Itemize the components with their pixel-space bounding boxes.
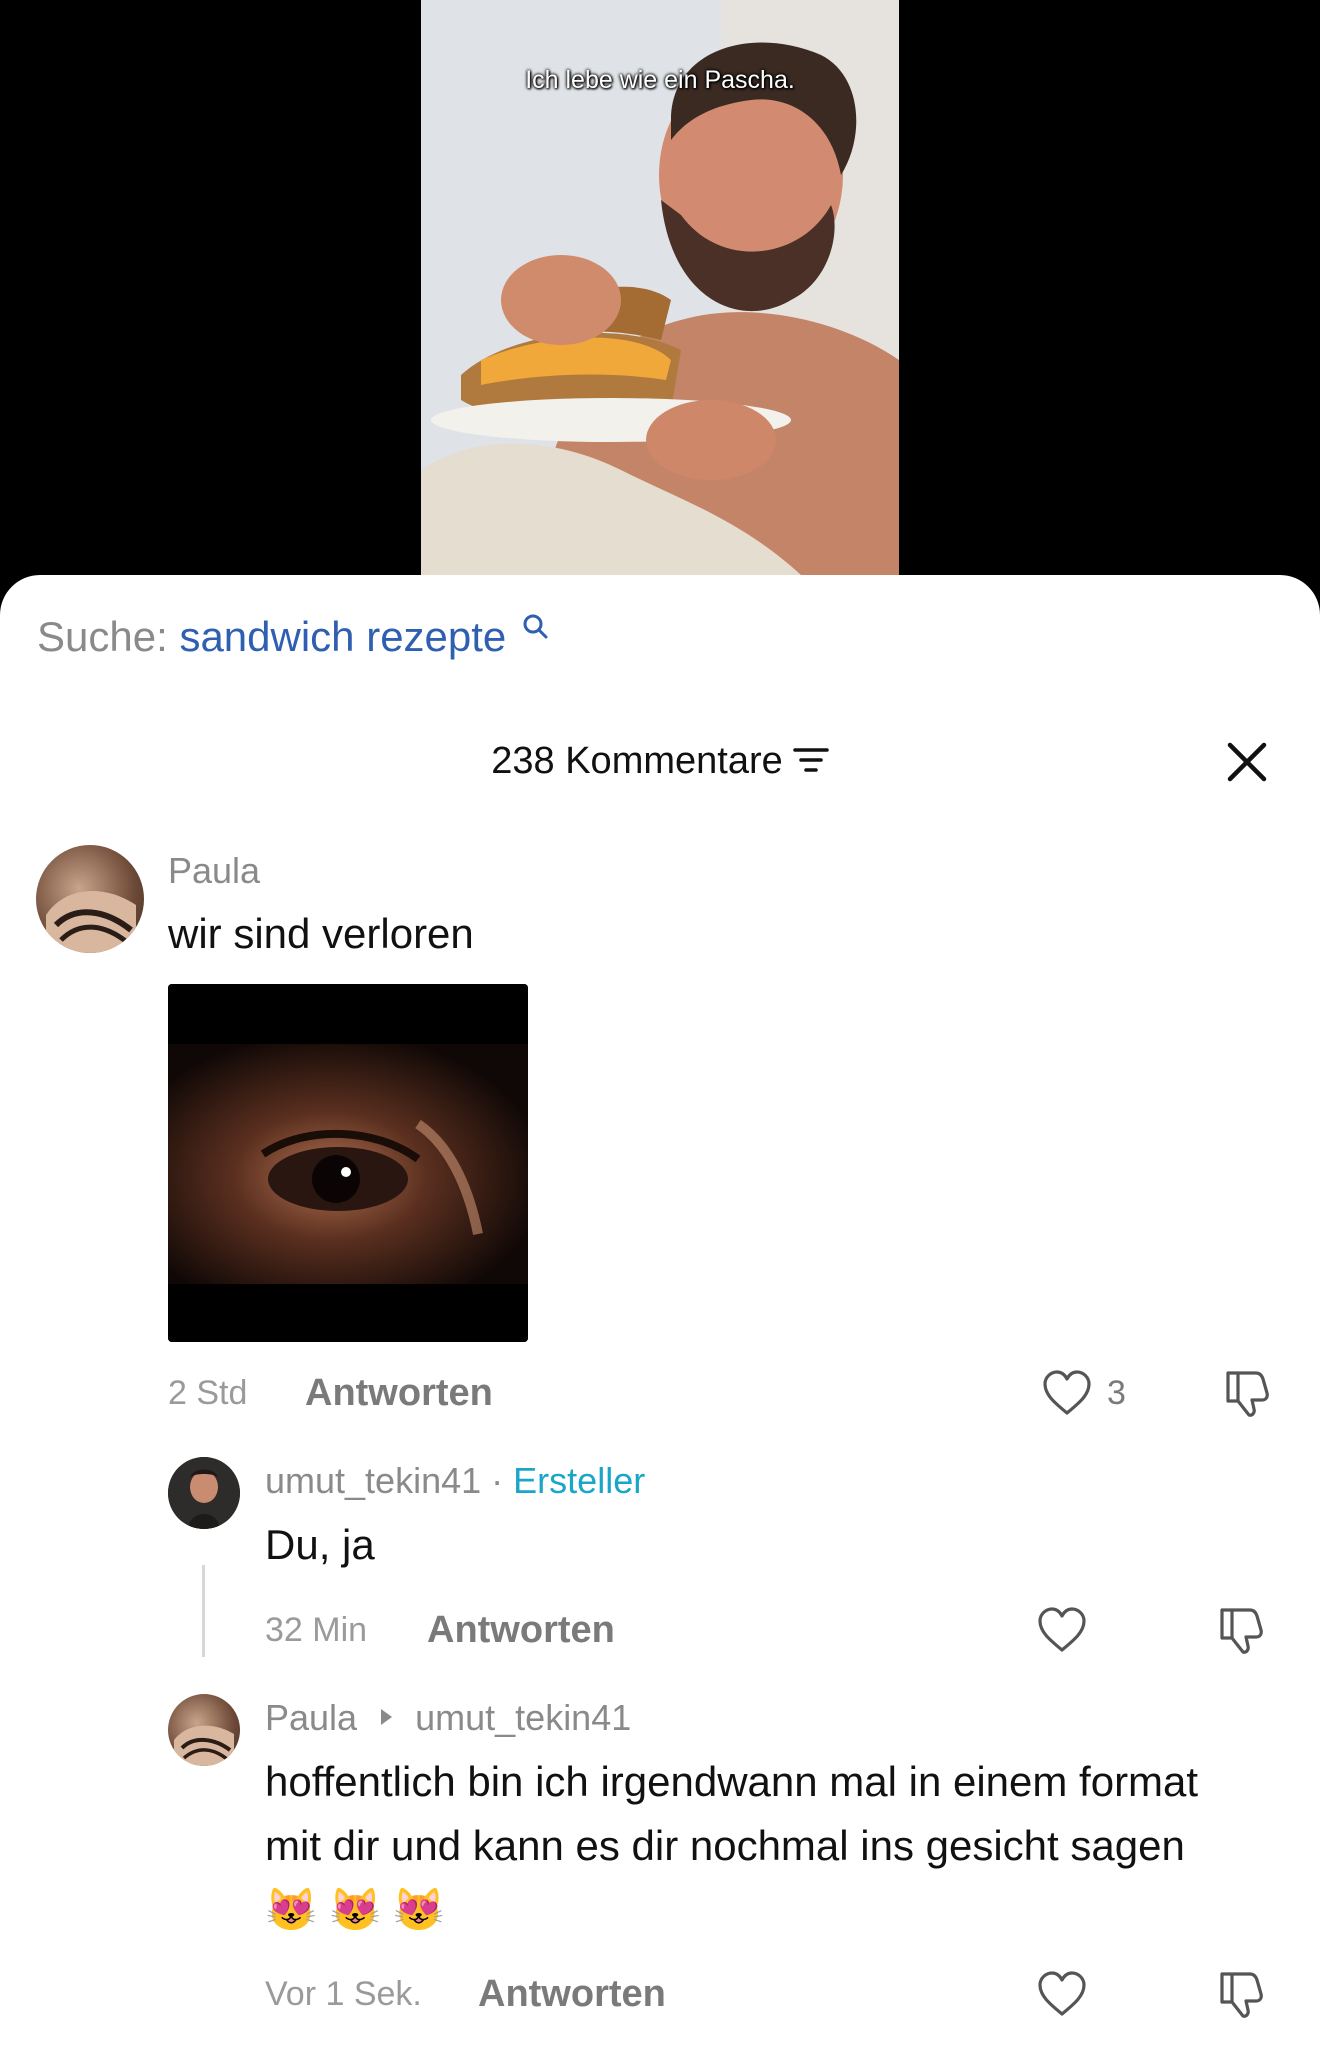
video-area[interactable]: Ich lebe wie ein Pascha.	[0, 0, 1320, 580]
avatar-image	[174, 1725, 234, 1766]
comment-text: Du, ja	[265, 1521, 375, 1568]
search-icon	[523, 614, 548, 639]
reply-button[interactable]: Antworten	[305, 1372, 493, 1415]
comment-username-link[interactable]: umut_tekin41	[265, 1460, 481, 1501]
comment-username: umut_tekin41 · Ersteller	[265, 1460, 645, 1502]
reply-arrow-icon	[381, 1709, 393, 1726]
heart-icon[interactable]	[1036, 1606, 1088, 1654]
dislike-icon[interactable]	[1216, 1968, 1268, 2020]
reply-to-username[interactable]: umut_tekin41	[415, 1697, 631, 1738]
heart-icon[interactable]	[1041, 1369, 1093, 1417]
dislike-icon[interactable]	[1222, 1367, 1274, 1419]
creator-badge: Ersteller	[513, 1460, 646, 1501]
comment-username[interactable]: Paula	[168, 850, 260, 892]
comment-text-body: hoffentlich bin ich irgendwann mal in ei…	[265, 1758, 1199, 1869]
search-suggestion[interactable]: Suche: sandwich rezepte	[37, 613, 548, 661]
comment-username-link[interactable]: Paula	[265, 1697, 357, 1738]
avatar[interactable]	[168, 1457, 240, 1529]
filter-icon[interactable]	[793, 745, 829, 775]
avatar-image	[46, 891, 136, 953]
comment-time: Vor 1 Sek.	[265, 1975, 422, 2013]
gif-image	[168, 984, 528, 1342]
heart-icon[interactable]	[1036, 1970, 1088, 2018]
avatar-image	[168, 1457, 240, 1529]
close-icon[interactable]	[1226, 741, 1268, 783]
comment-time: 32 Min	[265, 1611, 368, 1649]
comment-gif[interactable]	[168, 984, 528, 1342]
dislike-icon[interactable]	[1216, 1604, 1268, 1656]
like-count: 3	[1107, 1374, 1126, 1412]
username-separator: ·	[491, 1460, 504, 1501]
avatar[interactable]	[168, 1694, 240, 1766]
comments-count-title: 238 Kommentare	[491, 740, 783, 782]
reply-button[interactable]: Antworten	[478, 1973, 666, 2016]
thread-line	[202, 1565, 205, 1657]
video-caption: Ich lebe wie ein Pascha.	[525, 66, 795, 94]
reply-button[interactable]: Antworten	[427, 1609, 615, 1652]
comment-time: 2 Std	[168, 1374, 248, 1412]
search-label: Suche:	[37, 613, 168, 660]
comment-text: hoffentlich bin ich irgendwann mal in ei…	[265, 1750, 1225, 1942]
search-query[interactable]: sandwich rezepte	[179, 613, 506, 660]
video-player[interactable]: Ich lebe wie ein Pascha.	[421, 0, 899, 575]
comments-header: 238 Kommentare	[0, 740, 1320, 783]
avatar[interactable]	[36, 845, 144, 953]
comment-username: Paula umut_tekin41	[265, 1697, 631, 1739]
comment-text: wir sind verloren	[168, 910, 474, 957]
comment-emojis: 😻 😻 😻	[265, 1886, 446, 1933]
